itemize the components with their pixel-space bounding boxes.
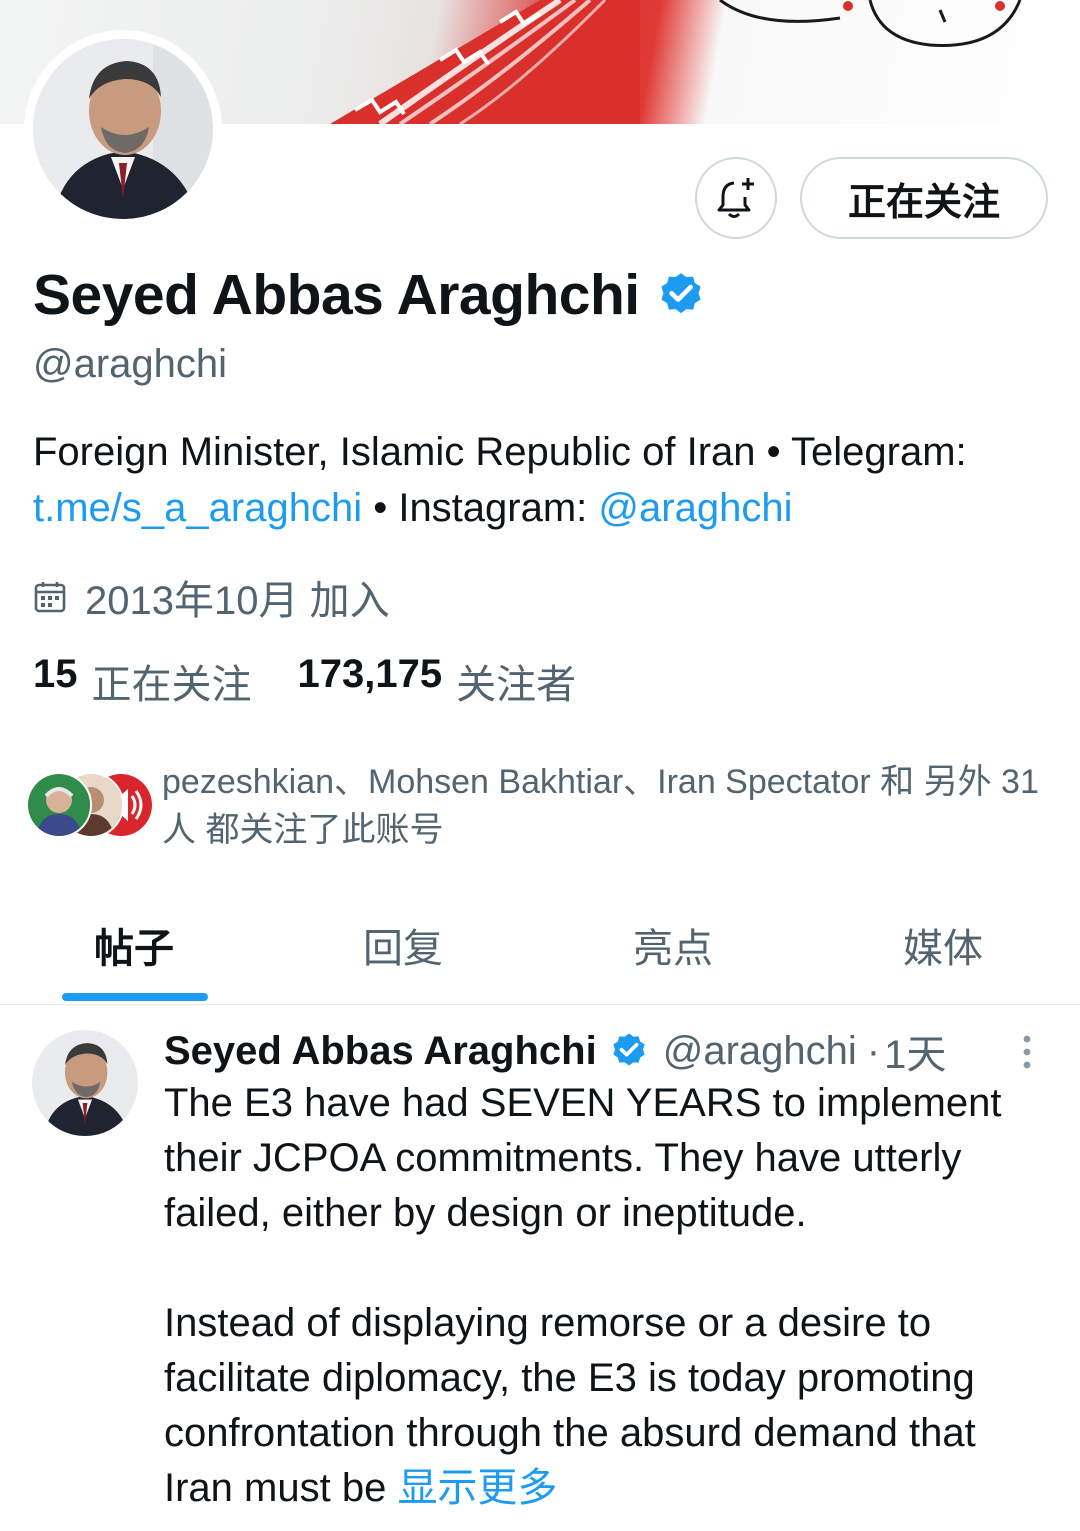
- tab-highlights[interactable]: 亮点: [633, 916, 713, 974]
- tab-posts[interactable]: 帖子: [94, 916, 174, 974]
- profile-avatar-frame[interactable]: [24, 30, 222, 228]
- notification-bell-button[interactable]: [695, 157, 777, 239]
- calendar-icon: [34, 582, 66, 613]
- avatar[interactable]: [33, 39, 213, 219]
- post-paragraph-text: Instead of displaying remorse or a desir…: [164, 1301, 976, 1510]
- post-separator: ·: [866, 1028, 881, 1073]
- profile-name-row: Seyed Abbas Araghchi: [33, 262, 706, 328]
- followers-count-link[interactable]: 173,175 关注者: [298, 652, 577, 710]
- post-avatar-portrait-graphic: [32, 1030, 138, 1136]
- post-author-name[interactable]: Seyed Abbas Araghchi: [164, 1029, 597, 1074]
- profile-tabs: 帖子 回复 亮点 媒体: [0, 880, 1080, 1005]
- followers-label: 关注者: [456, 663, 577, 707]
- joined-date: 2013年10月 加入: [85, 579, 390, 623]
- display-name: Seyed Abbas Araghchi: [33, 263, 640, 327]
- bio-instagram-prefix: • Instagram:: [362, 486, 599, 530]
- post-body[interactable]: The E3 have had SEVEN YEARS to implement…: [164, 1076, 1054, 1516]
- avatar-portrait-graphic: [33, 39, 213, 219]
- show-more-link[interactable]: 显示更多: [397, 1466, 557, 1510]
- following-label: 正在关注: [91, 663, 252, 707]
- bell-plus-icon: [717, 178, 754, 218]
- followers-count: 173,175: [297, 652, 443, 696]
- profile-bio: Foreign Minister, Islamic Republic of Ir…: [33, 424, 1053, 536]
- more-vertical-icon[interactable]: [1014, 1034, 1040, 1070]
- post-paragraph: Instead of displaying remorse or a desir…: [164, 1296, 1054, 1516]
- followed-by-avatars[interactable]: [26, 772, 154, 838]
- joined-date-row: 2013年10月 加入: [33, 568, 390, 626]
- follow-counts: 15 正在关注 173,175 关注者: [33, 652, 576, 710]
- verified-badge-icon[interactable]: [656, 270, 706, 320]
- post-author-avatar[interactable]: [32, 1030, 138, 1136]
- post-header: Seyed Abbas Araghchi @araghchi · 1天: [164, 1022, 946, 1080]
- verified-badge-icon: [613, 1033, 645, 1066]
- active-tab-indicator: [62, 993, 208, 1001]
- following-count: 15: [33, 652, 78, 696]
- instagram-link[interactable]: @araghchi: [598, 486, 792, 530]
- post-author-handle[interactable]: @araghchi: [663, 1029, 857, 1074]
- bio-text: Foreign Minister, Islamic Republic of Ir…: [33, 430, 967, 474]
- following-count-link[interactable]: 15 正在关注: [33, 652, 252, 710]
- tab-replies[interactable]: 回复: [363, 916, 443, 974]
- following-button[interactable]: 正在关注: [800, 157, 1048, 239]
- follower-avatar: [26, 772, 92, 838]
- post-timestamp[interactable]: 1天: [884, 1022, 946, 1080]
- telegram-link[interactable]: t.me/s_a_araghchi: [33, 486, 362, 530]
- post-paragraph: The E3 have had SEVEN YEARS to implement…: [164, 1081, 1002, 1235]
- tab-media[interactable]: 媒体: [903, 916, 983, 974]
- followed-by-text[interactable]: pezeshkian、Mohsen Bakhtiar、Iran Spectato…: [162, 758, 1052, 854]
- profile-handle: @araghchi: [33, 342, 228, 386]
